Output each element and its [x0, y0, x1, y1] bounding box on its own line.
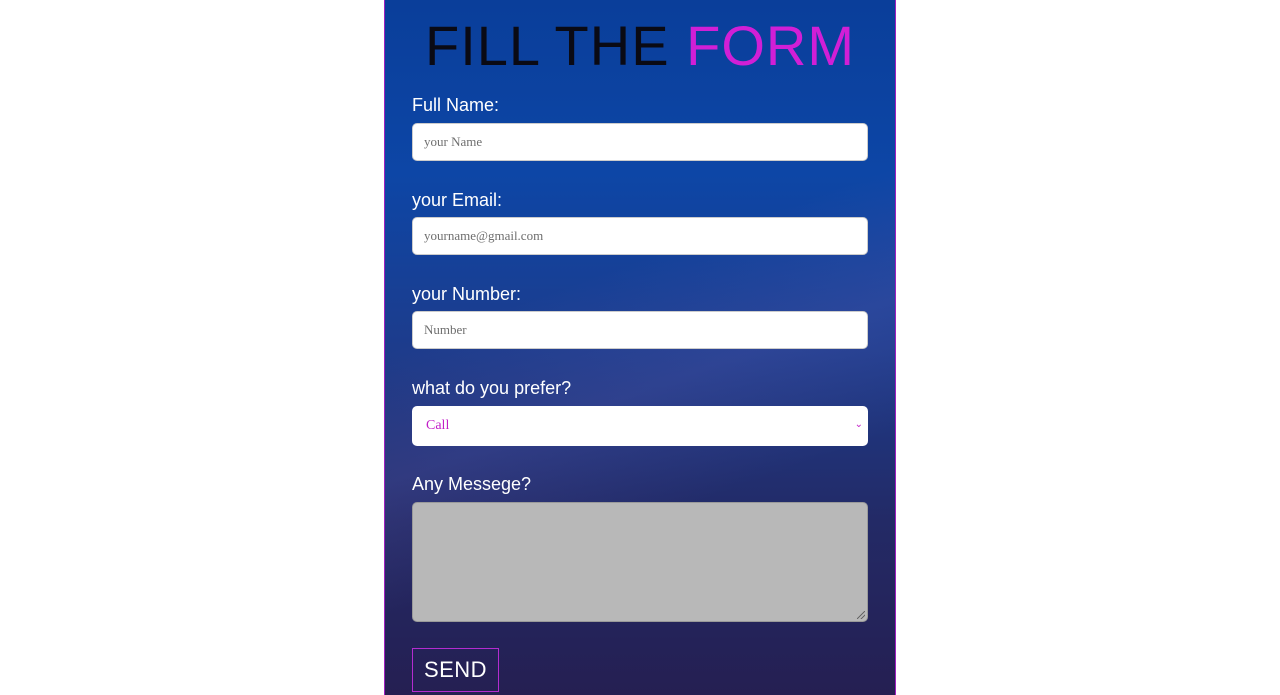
number-input[interactable] [412, 311, 868, 349]
email-label: your Email: [412, 190, 503, 210]
message-textarea[interactable] [412, 502, 868, 622]
title-part-1: FILL THE [425, 14, 670, 77]
full-name-input[interactable] [412, 123, 868, 161]
preference-label: what do you prefer? [412, 378, 572, 398]
email-input[interactable] [412, 217, 868, 255]
title-part-2: FORM [686, 14, 855, 77]
preference-selected-value: Call [426, 418, 450, 433]
preference-select[interactable]: Call ⌄ [412, 406, 868, 446]
chevron-down-icon: ⌄ [854, 419, 863, 430]
message-label: Any Messege? [412, 474, 532, 494]
send-button[interactable]: SEND [412, 648, 499, 692]
form-title: FILL THE FORM [385, 14, 895, 78]
full-name-label: Full Name: [412, 95, 500, 115]
form-panel: FILL THE FORM Full Name: your Email: you… [384, 0, 896, 695]
resize-grip-icon[interactable] [857, 611, 865, 619]
number-label: your Number: [412, 284, 522, 304]
